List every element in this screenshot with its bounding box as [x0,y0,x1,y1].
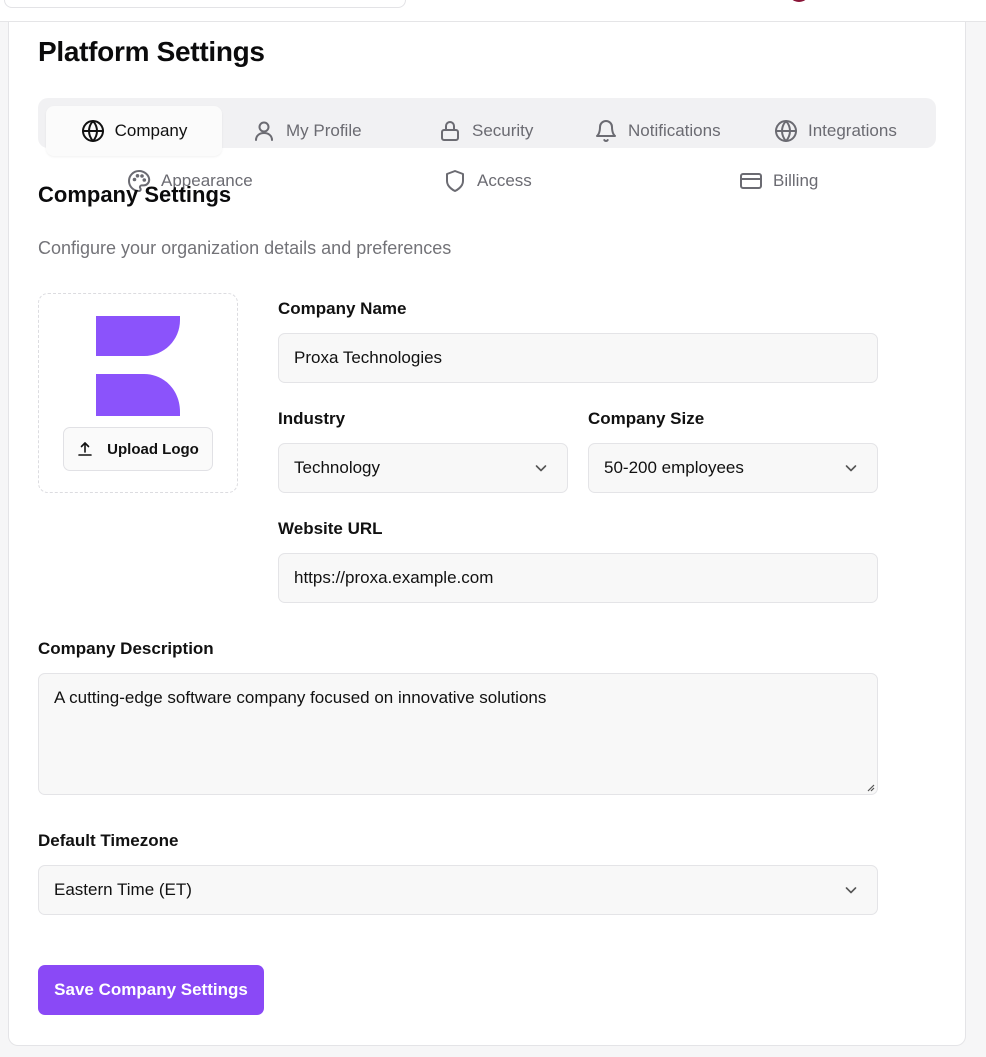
tab-billing[interactable]: Billing [739,156,818,206]
chevron-down-icon [845,887,857,894]
tab-label: Security [472,121,534,140]
top-bar [0,0,986,22]
company-description-label: Company Description [38,639,214,658]
industry-value: Technology [294,458,381,477]
shield-icon [446,170,464,192]
tab-label: Notifications [628,121,721,140]
default-timezone-select[interactable]: Eastern Time (ET) [38,865,878,915]
tab-label: Integrations [808,121,897,140]
credit-card-icon [740,173,762,189]
company-name-label: Company Name [278,299,407,318]
website-url-value: https://proxa.example.com [294,568,494,587]
globe-icon [775,120,797,142]
tab-label: Access [477,171,532,190]
avatar[interactable] [788,0,810,2]
default-timezone-label: Default Timezone [38,831,179,850]
upload-logo-button[interactable]: Upload Logo [63,427,213,471]
user-icon [255,121,273,141]
company-name-input[interactable]: Proxa Technologies [278,333,878,383]
upload-logo-label: Upload Logo [107,440,199,458]
globe-icon [81,120,104,142]
search-input[interactable] [4,0,406,8]
company-logo [96,316,180,416]
website-url-input[interactable]: https://proxa.example.com [278,553,878,603]
section-subtitle: Configure your organization details and … [38,238,452,258]
industry-label: Industry [278,409,346,428]
tab-label: Billing [773,171,819,190]
logo-upload-area: Upload Logo [38,293,238,493]
resize-handle-icon[interactable] [865,782,875,792]
company-description-textarea[interactable]: A cutting-edge software company focused … [38,673,878,795]
save-button-label: Save Company Settings [54,980,248,999]
default-timezone-value: Eastern Time (ET) [54,880,192,899]
company-description-value: A cutting-edge software company focused … [54,688,547,707]
company-size-select[interactable]: 50-200 employees [588,443,878,493]
tab-security[interactable]: Security [438,106,533,156]
tab-integrations[interactable]: Integrations [774,106,897,156]
company-size-label: Company Size [588,409,705,428]
tab-my-profile[interactable]: My Profile [252,106,362,156]
save-company-settings-button[interactable]: Save Company Settings [38,965,264,1015]
tab-company[interactable]: Company [46,106,222,156]
chevron-down-icon [535,465,547,472]
company-size-value: 50-200 employees [604,458,744,477]
upload-icon [78,442,92,456]
industry-select[interactable]: Technology [278,443,568,493]
chevron-down-icon [845,465,857,472]
section-title: Company Settings [38,182,232,207]
tab-label: Company [114,121,188,140]
website-url-label: Website URL [278,519,383,538]
tab-notifications[interactable]: Notifications [594,106,721,156]
lock-icon [441,121,459,141]
tab-label: My Profile [286,121,362,140]
bell-icon [596,120,616,142]
page-title: Platform Settings [38,36,265,67]
company-name-value: Proxa Technologies [294,348,443,367]
tab-access[interactable]: Access [443,156,532,206]
